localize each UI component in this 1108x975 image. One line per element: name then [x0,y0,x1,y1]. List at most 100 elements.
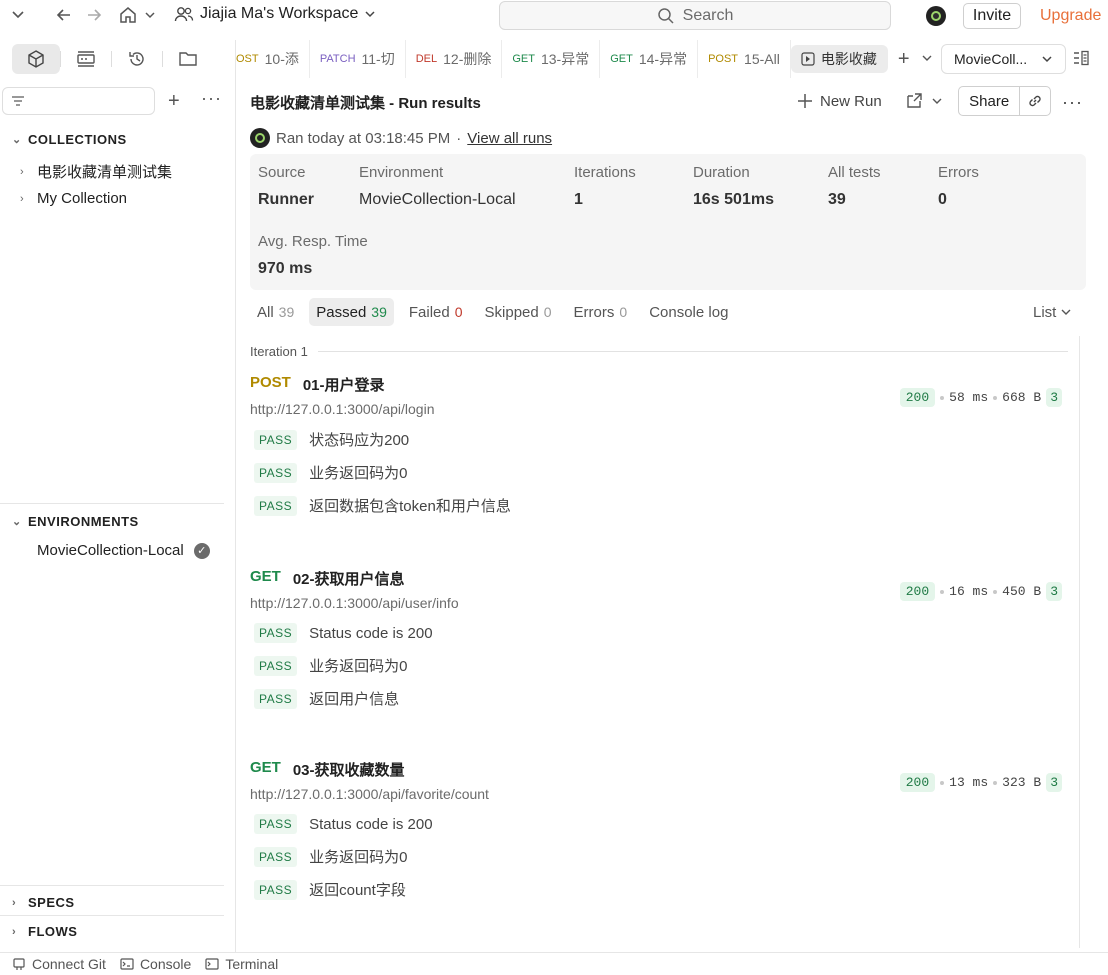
filter-all[interactable]: All 39 [250,298,301,326]
chevron-down-icon[interactable] [10,6,26,22]
request-result[interactable]: GET 02-获取用户信息 http://127.0.0.1:3000/api/us… [250,568,1068,709]
ran-time: Ran today at 03:18:45 PM [276,129,451,147]
workspace-switcher[interactable]: Jiajia Ma's Workspace [174,5,376,23]
request-tab[interactable]: GET 14-异常 [600,40,699,78]
filter-label: Console log [649,303,729,321]
tab-name: 12-删除 [443,51,492,67]
upgrade-button[interactable]: Upgrade [1032,3,1108,29]
iteration-header: Iteration 1 [250,344,1068,359]
filter-errors[interactable]: Errors 0 [567,298,635,326]
tab-method: GET [610,53,633,65]
console-log-tab[interactable]: Console log [642,298,735,326]
new-run-label: New Run [820,92,882,110]
request-result[interactable]: POST 01-用户登录 http://127.0.0.1:3000/api/log… [250,374,1068,516]
request-tab[interactable]: PATCH 11-切 [310,40,406,78]
collection-item[interactable]: › 电影收藏清单测试集 [20,161,172,182]
tab-method: DEL [415,53,438,65]
pass-badge: PASS [254,495,298,516]
filter-count: 0 [454,304,463,320]
folder-icon[interactable] [163,44,213,74]
new-run-button[interactable]: New Run [796,92,882,110]
console-button[interactable]: Console [120,956,191,972]
view-mode-dropdown[interactable]: List [1033,304,1071,321]
environments-tool-icon[interactable] [61,44,111,74]
filter-skipped[interactable]: Skipped 0 [478,298,559,326]
tab-name: 15-All [744,51,780,67]
connect-git-button[interactable]: Connect Git [12,956,106,972]
share-button[interactable]: Share [959,87,1021,115]
terminal-icon [205,958,219,970]
view-mode-label: List [1033,304,1057,321]
environment-item[interactable]: MovieCollection-Local ✓ [37,542,210,559]
test-result-row: PASS 返回count字段 [250,879,1068,900]
specs-header[interactable]: › SPECS [12,895,75,910]
separator-dot [993,395,998,400]
request-tab[interactable]: OST 10-添 [236,40,310,78]
more-icon[interactable]: ··· [201,88,222,109]
filter-label: Skipped [484,303,539,321]
invite-button[interactable]: Invite [963,3,1021,29]
stat-value: 0 [938,191,947,208]
tabs-dropdown-icon[interactable] [922,53,932,66]
divider [0,885,224,886]
filter-passed[interactable]: Passed 39 [309,298,394,326]
stat-avg-response: Avg. Resp. Time 970 ms [258,233,368,278]
environment-quick-look-icon[interactable] [1073,50,1089,71]
request-result[interactable]: GET 03-获取收藏数量 http://127.0.0.1:3000/api/fa… [250,759,1068,900]
stat-duration: Duration 16s 501ms [693,164,774,209]
request-tab[interactable]: 电影收藏 [790,45,888,73]
test-result-row: PASS 状态码应为200 [250,429,1068,450]
pass-badge: PASS [254,846,298,867]
stat-value: Runner [258,191,314,208]
more-icon[interactable]: ··· [1062,92,1083,113]
request-tab[interactable]: POST 15-All [698,40,791,78]
home-icon[interactable] [118,5,138,25]
pass-badge: PASS [254,879,298,900]
stat-iterations: Iterations 1 [574,164,636,209]
filter-failed[interactable]: Failed 0 [402,298,470,326]
back-arrow-icon[interactable] [55,6,73,24]
filter-icon [12,96,24,106]
scrollbar-track[interactable] [1079,336,1080,948]
separator-dot [993,780,998,785]
stat-value: MovieCollection-Local [359,191,516,208]
iteration-label: Iteration 1 [250,344,308,359]
test-result-row: PASS 返回用户信息 [250,688,1068,709]
filter-count: 39 [371,304,387,320]
new-tab-icon[interactable]: + [898,48,910,71]
sidebar: + ··· ⌄ COLLECTIONS › 电影收藏清单测试集 › My Col… [0,40,236,952]
stat-value: 1 [574,191,583,208]
collections-tool-icon[interactable] [12,44,60,74]
terminal-button[interactable]: Terminal [205,956,278,972]
sidebar-filter-input[interactable] [2,87,155,115]
collections-header[interactable]: ⌄ COLLECTIONS [12,132,127,147]
test-name: 业务返回码为0 [309,849,408,866]
view-all-runs-link[interactable]: View all runs [467,130,552,147]
export-button[interactable] [904,92,944,114]
test-count-badge: 3 [1046,388,1062,407]
search-input[interactable]: Search [499,1,891,30]
request-tab[interactable]: DEL 12-删除 [406,40,503,78]
flows-header[interactable]: › FLOWS [12,924,77,939]
environments-label: ENVIRONMENTS [28,514,139,529]
tab-name: 13-异常 [540,51,590,67]
add-icon[interactable]: + [168,90,180,113]
share-group: Share [958,86,1051,116]
request-method: POST [250,374,291,391]
collection-item[interactable]: › My Collection [20,190,127,207]
test-name: 业务返回码为0 [309,658,408,675]
link-icon[interactable] [1020,87,1050,115]
pass-badge: PASS [254,623,298,643]
environment-select[interactable]: MovieColl... [941,44,1066,74]
user-avatar[interactable] [926,6,946,26]
stat-label: Source [258,164,306,181]
chevron-right-icon: › [12,896,17,909]
status-bar: Connect Git Console Terminal [0,952,1108,975]
request-tab[interactable]: GET 13-异常 [502,40,601,78]
forward-arrow-icon[interactable] [85,6,103,24]
history-icon[interactable] [112,44,162,74]
home-dropdown-icon[interactable] [143,8,157,22]
response-size: 668 B [1002,390,1042,405]
environments-header[interactable]: ⌄ ENVIRONMENTS [12,514,139,529]
plus-icon [798,94,812,108]
